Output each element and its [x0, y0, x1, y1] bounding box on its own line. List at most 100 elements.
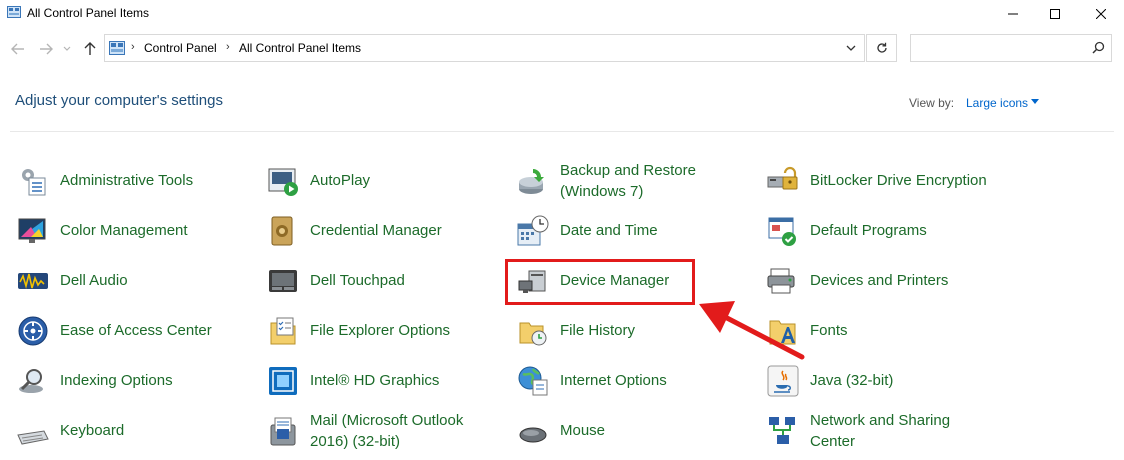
item-intel-graphics[interactable]: Intel® HD Graphics — [267, 359, 507, 403]
item-keyboard[interactable]: Keyboard — [17, 409, 257, 453]
item-date-time[interactable]: Date and Time — [517, 209, 757, 253]
item-administrative-tools[interactable]: Administrative Tools — [17, 159, 257, 203]
recent-locations-button[interactable] — [60, 38, 74, 60]
search-input[interactable] — [915, 39, 1089, 59]
chevron-down-icon — [63, 46, 71, 51]
item-label: Keyboard — [60, 422, 125, 439]
item-label: Java (32-bit) — [810, 372, 894, 389]
item-autoplay[interactable]: AutoPlay — [267, 159, 507, 203]
item-label: Mail (Microsoft Outlook 2016) (32-bit) — [310, 412, 464, 450]
title-bar: All Control Panel Items — [0, 0, 1124, 28]
keyboard-icon — [17, 430, 49, 445]
intel-graphics-icon — [269, 367, 297, 395]
item-label: Credential Manager — [310, 222, 442, 239]
color-management-icon — [18, 218, 46, 243]
item-label: Fonts — [810, 322, 848, 339]
item-file-history[interactable]: File History — [517, 309, 757, 353]
item-default-programs[interactable]: Default Programs — [767, 209, 1007, 253]
item-backup-restore[interactable]: Backup and Restore (Windows 7) — [517, 159, 757, 203]
item-label: AutoPlay — [310, 172, 371, 189]
header-divider — [10, 131, 1114, 132]
item-label: Date and Time — [560, 222, 658, 239]
autoplay-icon — [268, 168, 298, 196]
control-panel-icon — [109, 41, 125, 55]
item-network-sharing[interactable]: Network and Sharing Center — [767, 409, 1007, 453]
search-icon — [1092, 41, 1105, 54]
highlight-box — [505, 259, 695, 305]
date-time-icon — [517, 215, 549, 246]
item-dell-touchpad[interactable]: Dell Touchpad — [267, 259, 507, 303]
search-box[interactable] — [910, 34, 1112, 62]
item-label: File Explorer Options — [310, 322, 451, 339]
item-label: BitLocker Drive Encryption — [810, 172, 987, 189]
item-label: Administrative Tools — [60, 172, 194, 189]
breadcrumb-separator: › — [131, 41, 135, 53]
item-label: Network and Sharing Center — [810, 412, 951, 450]
item-label: Color Management — [60, 222, 188, 239]
refresh-button[interactable] — [866, 34, 897, 62]
breadcrumb-separator: › — [226, 41, 230, 53]
item-file-explorer-options[interactable]: File Explorer Options — [267, 309, 507, 353]
up-arrow-icon — [84, 42, 96, 55]
file-explorer-options-icon — [270, 317, 296, 345]
chevron-down-icon — [846, 45, 856, 51]
internet-options-icon — [518, 366, 548, 396]
forward-button[interactable] — [36, 38, 56, 60]
item-ease-of-access[interactable]: Ease of Access Center — [17, 309, 257, 353]
address-dropdown-button[interactable] — [842, 39, 860, 57]
window-title: All Control Panel Items — [27, 6, 150, 20]
item-java[interactable]: Java (32-bit) — [767, 359, 1007, 403]
item-label: Indexing Options — [60, 372, 173, 389]
item-internet-options[interactable]: Internet Options — [517, 359, 757, 403]
item-label: Intel® HD Graphics — [310, 372, 440, 389]
breadcrumb-all-items[interactable]: All Control Panel Items — [239, 41, 361, 55]
item-credential-manager[interactable]: Credential Manager — [267, 209, 507, 253]
item-label: Default Programs — [810, 222, 927, 239]
credential-manager-icon — [271, 216, 293, 246]
back-button[interactable] — [8, 38, 28, 60]
refresh-icon — [876, 42, 887, 53]
close-icon — [1096, 9, 1106, 19]
item-dell-audio[interactable]: Dell Audio — [17, 259, 257, 303]
item-mouse[interactable]: Mouse — [517, 409, 757, 453]
back-arrow-icon — [11, 43, 24, 55]
default-programs-icon — [768, 217, 796, 246]
fonts-icon — [769, 320, 796, 345]
mail-icon — [270, 417, 296, 446]
breadcrumb-control-panel[interactable]: Control Panel — [144, 41, 217, 55]
maximize-button[interactable] — [1032, 0, 1078, 28]
page-title: Adjust your computer's settings — [15, 92, 223, 109]
item-label: Mouse — [560, 422, 606, 439]
item-label: Dell Touchpad — [310, 272, 405, 289]
item-label: Devices and Printers — [810, 272, 949, 289]
item-label: File History — [560, 322, 636, 339]
minimize-icon — [1008, 13, 1018, 15]
minimize-button[interactable] — [990, 0, 1036, 28]
devices-printers-icon — [767, 268, 795, 294]
item-color-management[interactable]: Color Management — [17, 209, 257, 253]
item-label: Dell Audio — [60, 272, 128, 289]
mouse-icon — [519, 427, 547, 443]
up-button[interactable] — [80, 38, 100, 60]
item-bitlocker[interactable]: BitLocker Drive Encryption — [767, 159, 1007, 203]
item-indexing-options[interactable]: Indexing Options — [17, 359, 257, 403]
close-button[interactable] — [1078, 0, 1124, 28]
address-bar[interactable]: › Control Panel › All Control Panel Item… — [104, 34, 865, 62]
item-label: Ease of Access Center — [60, 322, 212, 339]
indexing-options-icon — [19, 369, 43, 393]
administrative-tools-icon — [22, 169, 46, 196]
control-panel-icon — [7, 6, 21, 18]
dell-audio-icon — [18, 273, 48, 290]
maximize-icon — [1050, 9, 1060, 19]
ease-of-access-icon — [18, 316, 48, 346]
item-fonts[interactable]: Fonts — [767, 309, 1007, 353]
view-by-label: View by: — [909, 96, 955, 110]
java-icon — [767, 365, 799, 397]
item-label: Backup and Restore (Windows 7) — [560, 162, 696, 200]
item-devices-printers[interactable]: Devices and Printers — [767, 259, 1007, 303]
item-label: Internet Options — [560, 372, 667, 389]
item-mail[interactable]: Mail (Microsoft Outlook 2016) (32-bit) — [267, 409, 507, 453]
caret-down-icon[interactable] — [1031, 99, 1039, 104]
view-by-dropdown[interactable]: Large icons — [966, 96, 1028, 110]
network-sharing-icon — [769, 417, 795, 444]
